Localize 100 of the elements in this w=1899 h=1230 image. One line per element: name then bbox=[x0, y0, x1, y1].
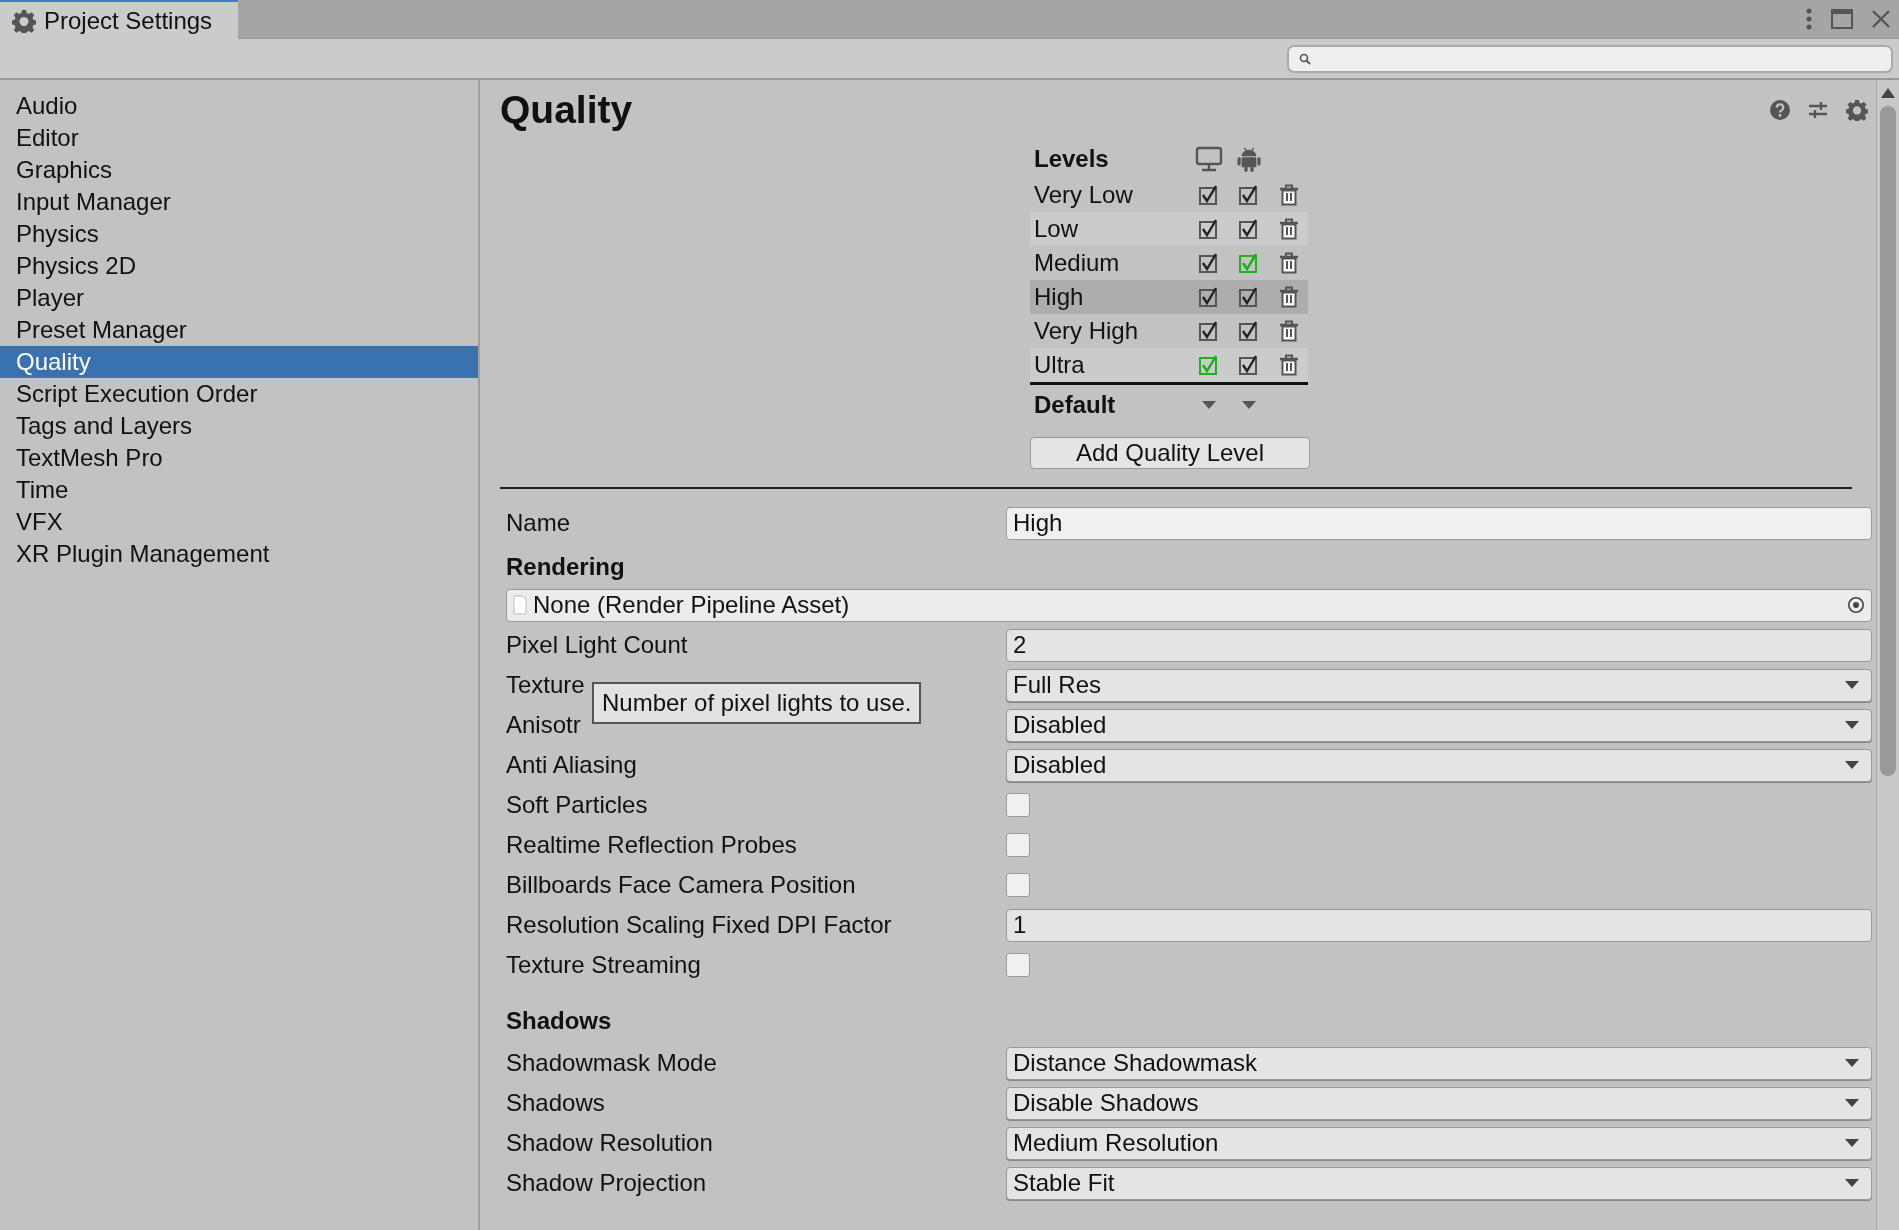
text-field[interactable]: 2 bbox=[1006, 628, 1872, 662]
checkbox[interactable] bbox=[1239, 184, 1259, 206]
settings-icon bbox=[12, 8, 36, 33]
quality-level-row[interactable]: High bbox=[1030, 280, 1308, 314]
robot-icon bbox=[1237, 145, 1261, 173]
level-name: Very High bbox=[1034, 317, 1140, 345]
checkbox[interactable] bbox=[1199, 354, 1219, 376]
tooltip: Number of pixel lights to use. bbox=[592, 682, 922, 724]
scroll-up-icon[interactable] bbox=[1881, 88, 1895, 98]
checkbox[interactable] bbox=[1239, 286, 1259, 308]
dropdown[interactable]: Medium Resolution bbox=[1006, 1126, 1872, 1160]
levels-heading: Levels bbox=[1034, 145, 1110, 173]
checkbox[interactable] bbox=[1199, 320, 1219, 342]
sidebar-item[interactable]: Audio bbox=[0, 90, 478, 122]
dropdown[interactable]: Disabled bbox=[1006, 708, 1872, 742]
sidebar-item[interactable]: Tags and Layers bbox=[0, 410, 478, 442]
sidebar-item[interactable]: TextMesh Pro bbox=[0, 442, 478, 474]
page-title: Quality bbox=[500, 88, 633, 132]
quality-level-row[interactable]: Low bbox=[1030, 212, 1308, 246]
sidebar-item[interactable]: Script Execution Order bbox=[0, 378, 478, 410]
scrollbar-thumb[interactable] bbox=[1880, 106, 1896, 776]
property-label: Texture bbox=[506, 671, 586, 699]
property-label: Shadows bbox=[506, 1089, 606, 1117]
dropdown[interactable]: Disable Shadows bbox=[1006, 1086, 1872, 1120]
trash-icon[interactable] bbox=[1279, 184, 1299, 206]
level-name: Very Low bbox=[1034, 181, 1134, 209]
property-label: Anti Aliasing bbox=[506, 751, 638, 779]
quality-level-row[interactable]: Very High bbox=[1030, 314, 1308, 348]
text-field[interactable]: High bbox=[1006, 506, 1872, 540]
caret-icon bbox=[1845, 681, 1859, 689]
property-label: Shadow Projection bbox=[506, 1169, 708, 1197]
file-icon bbox=[513, 595, 527, 615]
checkbox[interactable] bbox=[1239, 218, 1259, 240]
section-heading: Shadows bbox=[506, 1007, 613, 1035]
caret-icon bbox=[1845, 1139, 1859, 1147]
property-label: Billboards Face Camera Position bbox=[506, 871, 857, 899]
add-quality-level-button[interactable]: Add Quality Level bbox=[1030, 437, 1310, 469]
text-field[interactable]: 1 bbox=[1006, 908, 1872, 942]
sidebar-item[interactable]: Physics 2D bbox=[0, 250, 478, 282]
trash-icon[interactable] bbox=[1279, 354, 1299, 376]
object-field[interactable]: None (Render Pipeline Asset) bbox=[506, 588, 1872, 622]
sidebar-item[interactable]: Time bbox=[0, 474, 478, 506]
close-icon[interactable] bbox=[1871, 9, 1891, 29]
checkbox[interactable] bbox=[1006, 873, 1030, 897]
property-label: Resolution Scaling Fixed DPI Factor bbox=[506, 911, 893, 939]
sidebar-item[interactable]: XR Plugin Management bbox=[0, 538, 478, 570]
sidebar-item[interactable]: Quality bbox=[0, 346, 478, 378]
more-icon[interactable] bbox=[1805, 8, 1813, 30]
settings-icon[interactable] bbox=[1846, 99, 1868, 121]
caret-icon bbox=[1845, 1179, 1859, 1187]
checkbox[interactable] bbox=[1199, 218, 1219, 240]
property-label: Shadow Resolution bbox=[506, 1129, 714, 1157]
target-icon[interactable] bbox=[1847, 596, 1865, 614]
sidebar-item[interactable]: Input Manager bbox=[0, 186, 478, 218]
sidebar-item[interactable]: Preset Manager bbox=[0, 314, 478, 346]
trash-icon[interactable] bbox=[1279, 218, 1299, 240]
checkbox[interactable] bbox=[1006, 953, 1030, 977]
checkbox[interactable] bbox=[1239, 354, 1259, 376]
level-name: Ultra bbox=[1034, 351, 1086, 379]
level-name: High bbox=[1034, 283, 1085, 311]
caret-icon bbox=[1845, 721, 1859, 729]
checkbox[interactable] bbox=[1199, 184, 1219, 206]
sidebar-item[interactable]: Graphics bbox=[0, 154, 478, 186]
sliders-icon[interactable] bbox=[1808, 100, 1828, 120]
sidebar-item[interactable]: Editor bbox=[0, 122, 478, 154]
search-field[interactable] bbox=[1287, 44, 1893, 73]
level-name: Low bbox=[1034, 215, 1080, 243]
checkbox[interactable] bbox=[1199, 252, 1219, 274]
maximize-icon[interactable] bbox=[1831, 9, 1853, 29]
dropdown[interactable]: Stable Fit bbox=[1006, 1166, 1872, 1200]
checkbox[interactable] bbox=[1239, 320, 1259, 342]
object-field-value: None (Render Pipeline Asset) bbox=[533, 591, 850, 619]
sidebar-item[interactable]: Physics bbox=[0, 218, 478, 250]
quality-level-row[interactable]: Medium bbox=[1030, 246, 1308, 280]
dropdown[interactable]: Full Res bbox=[1006, 668, 1872, 702]
property-label: Texture Streaming bbox=[506, 951, 702, 979]
sidebar-item[interactable]: Player bbox=[0, 282, 478, 314]
checkbox[interactable] bbox=[1199, 286, 1219, 308]
checkbox[interactable] bbox=[1006, 793, 1030, 817]
trash-icon[interactable] bbox=[1279, 252, 1299, 274]
sidebar-item[interactable]: VFX bbox=[0, 506, 478, 538]
dropdown[interactable]: Distance Shadowmask bbox=[1006, 1046, 1872, 1080]
property-label: Name bbox=[506, 509, 572, 537]
checkbox[interactable] bbox=[1006, 833, 1030, 857]
level-name: Medium bbox=[1034, 249, 1121, 277]
trash-icon[interactable] bbox=[1279, 286, 1299, 308]
default-label: Default bbox=[1034, 391, 1117, 419]
help-icon[interactable] bbox=[1770, 100, 1790, 120]
quality-level-row[interactable]: Very Low bbox=[1030, 178, 1308, 212]
dropdown-icon[interactable] bbox=[1202, 401, 1216, 409]
trash-icon[interactable] bbox=[1279, 320, 1299, 342]
property-label: Anisotr bbox=[506, 711, 582, 739]
window-tab[interactable]: Project Settings bbox=[0, 0, 239, 39]
property-label: Realtime Reflection Probes bbox=[506, 831, 798, 859]
search-icon bbox=[1299, 52, 1311, 65]
dropdown-icon[interactable] bbox=[1242, 401, 1256, 409]
checkbox[interactable] bbox=[1239, 252, 1259, 274]
monitor-icon bbox=[1195, 146, 1223, 172]
quality-level-row[interactable]: Ultra bbox=[1030, 348, 1308, 382]
dropdown[interactable]: Disabled bbox=[1006, 748, 1872, 782]
